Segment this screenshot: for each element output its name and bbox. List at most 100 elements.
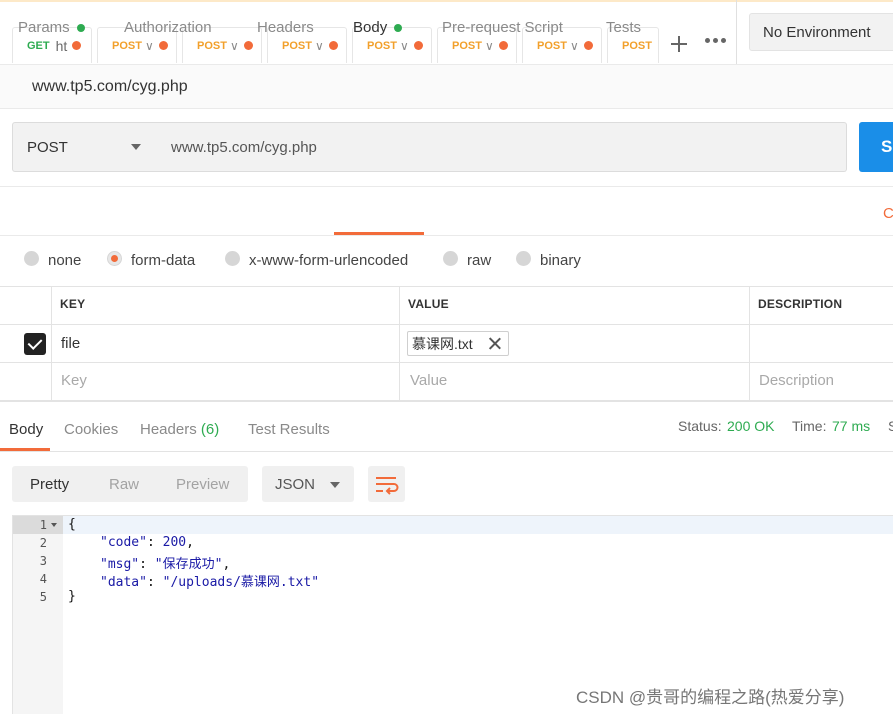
view-raw-button[interactable]: Raw (109, 476, 139, 493)
tab-headers[interactable]: Headers (257, 19, 314, 36)
response-tab-test-results[interactable]: Test Results (248, 421, 330, 438)
body-type-raw[interactable]: raw (443, 251, 492, 269)
body-type-binary[interactable]: binary (516, 251, 581, 269)
method-badge: POST (367, 39, 397, 52)
line-number: 2 (39, 536, 47, 550)
radio-icon (443, 251, 458, 266)
radio-label: binary (540, 252, 581, 269)
file-name: 慕课网.txt (412, 335, 473, 352)
time-ms: 77 ms (832, 418, 871, 434)
tab-label: Pre-request Script (442, 19, 563, 36)
divider (0, 362, 893, 363)
code-line: "msg": "保存成功", (100, 557, 231, 572)
watermark: CSDN @贵哥的编程之路(热爱分享) (576, 688, 845, 707)
status-code: 200 OK (727, 418, 775, 434)
method-badge: POST (452, 39, 482, 52)
tab-pre-request-script[interactable]: Pre-request Script (442, 19, 563, 36)
divider (0, 324, 893, 325)
tab-label: Headers (257, 19, 314, 36)
time-value: 77 ms (832, 418, 870, 434)
unsaved-dot-icon (583, 41, 593, 50)
tab-authorization[interactable]: Authorization (124, 19, 212, 36)
status-dot (394, 23, 403, 32)
request-title[interactable]: www.tp5.com/cyg.php (32, 78, 188, 96)
column-header-value: VALUE (408, 297, 449, 311)
divider (749, 286, 750, 401)
column-header-description: DESCRIPTION (758, 297, 843, 311)
status-label: Status: (678, 418, 722, 434)
unsaved-dot-icon (243, 41, 253, 50)
radio-icon (225, 251, 240, 266)
environment-selector[interactable]: No Environment (749, 13, 893, 51)
tab-name: ht (55, 37, 68, 54)
body-type-form-data[interactable]: form-data (107, 251, 196, 269)
view-preview-button[interactable]: Preview (176, 476, 229, 493)
radio-icon (24, 251, 39, 266)
radio-label: form-data (131, 252, 196, 269)
divider (51, 286, 52, 401)
code-line: { (68, 517, 76, 532)
method-label: POST (27, 138, 68, 156)
json-value: "保存成功" (154, 557, 223, 572)
divider (736, 0, 737, 64)
unsaved-dot-icon (158, 41, 168, 50)
file-chip[interactable]: 慕课网.txt (407, 331, 509, 356)
json-key: "code" (100, 535, 147, 550)
tab-body[interactable]: Body (353, 19, 403, 36)
format-select[interactable]: JSON (262, 466, 354, 502)
body-type-none[interactable]: none (24, 251, 82, 269)
status-value: 200 OK (727, 418, 774, 434)
chevron-down-icon (131, 144, 141, 150)
url-input[interactable]: www.tp5.com/cyg.php (157, 122, 847, 172)
chevron-icon: ∨ (314, 38, 324, 53)
code-line: "code": 200, (100, 535, 194, 550)
response-tab-body[interactable]: Body (9, 421, 43, 438)
json-value: 200 (162, 535, 187, 550)
json-key: "msg" (100, 557, 140, 572)
active-tab-indicator (334, 232, 424, 235)
value-input[interactable]: Value (410, 372, 447, 389)
description-input[interactable]: Description (759, 372, 834, 389)
line-number: 5 (39, 590, 47, 604)
chevron-down-icon (330, 482, 340, 488)
wrap-lines-icon (376, 477, 399, 495)
chevron-icon: ∨ (399, 38, 409, 53)
code-line: "data": "/uploads/慕课网.txt" (100, 575, 320, 590)
method-badge: POST (112, 39, 142, 52)
tab-params[interactable]: Params (18, 19, 85, 36)
tab-tests[interactable]: Tests (606, 19, 641, 36)
method-badge: GET (27, 39, 50, 52)
tab-label: Headers (140, 421, 197, 438)
radio-icon (516, 251, 531, 266)
plus-icon[interactable] (667, 32, 691, 56)
radio-label: none (48, 252, 82, 269)
ellipsis-icon[interactable] (705, 38, 726, 43)
fold-arrow-icon[interactable] (51, 523, 57, 527)
column-header-key: KEY (60, 297, 86, 311)
key-cell[interactable]: file (61, 335, 80, 352)
format-label: JSON (275, 475, 316, 493)
row-enabled-checkbox[interactable] (24, 333, 46, 355)
wrap-lines-button[interactable] (368, 466, 405, 502)
method-select[interactable]: POST (12, 122, 158, 172)
chevron-icon: ∨ (144, 38, 154, 53)
radio-selected-icon (107, 251, 122, 266)
tab-cookies-truncated[interactable]: C (883, 205, 893, 222)
close-icon[interactable] (488, 337, 501, 350)
response-tab-cookies[interactable]: Cookies (64, 421, 118, 438)
view-mode-segment: Pretty Raw Preview (12, 466, 248, 502)
body-type-urlencoded[interactable]: x-www-form-urlencoded (225, 251, 408, 269)
method-badge: POST (622, 39, 652, 52)
divider (399, 286, 400, 401)
key-input[interactable]: Key (61, 372, 87, 389)
view-pretty-button[interactable]: Pretty (30, 476, 69, 493)
radio-label: raw (467, 252, 492, 269)
status-dot (76, 23, 85, 32)
method-badge: POST (282, 39, 312, 52)
json-value: "/uploads/慕课网.txt" (162, 575, 320, 590)
tab-label: Params (18, 19, 70, 36)
send-button[interactable]: Se (859, 122, 893, 172)
line-number: 1 (39, 518, 47, 532)
response-tab-headers[interactable]: Headers (6) (140, 421, 219, 438)
unsaved-dot-icon (328, 41, 338, 50)
